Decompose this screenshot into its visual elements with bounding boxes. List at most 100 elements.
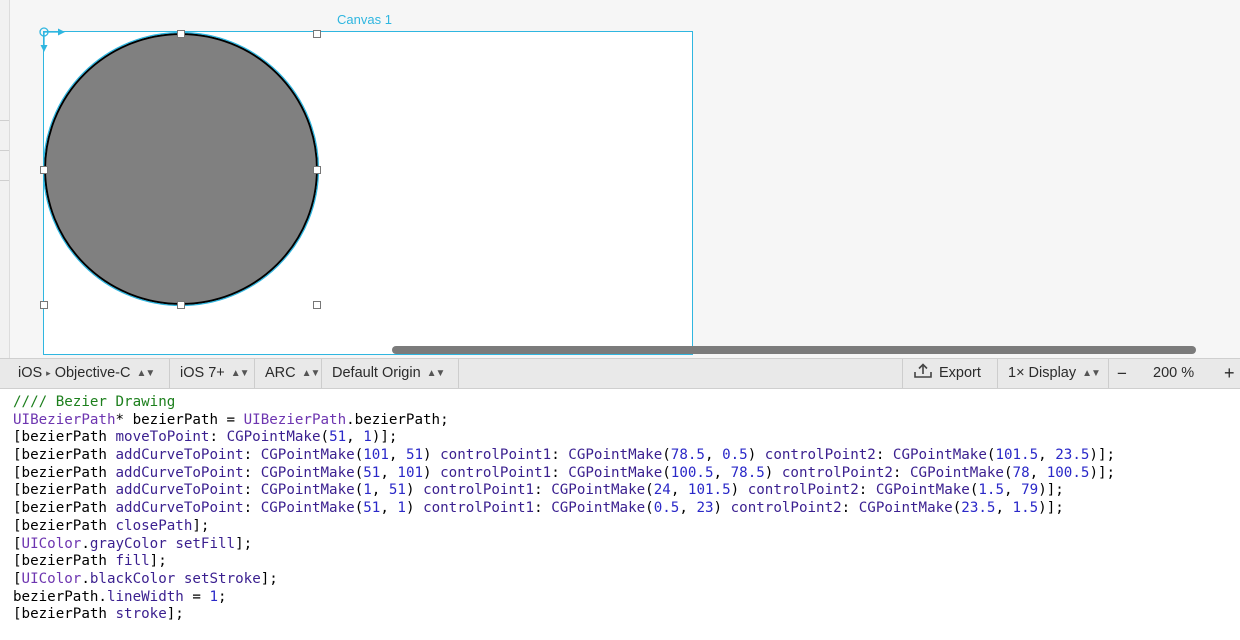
code-token: , [713,464,731,481]
display-selector[interactable]: 1× Display ▲▼ [1008,359,1101,388]
code-token: 1 [363,482,372,499]
code-token: : [209,429,227,446]
code-token: 100.5 [670,464,714,481]
code-token: 23.5 [1055,447,1090,464]
code-token: addCurveToPoint [115,464,244,481]
code-token: ]; [149,553,167,570]
target-selector[interactable]: iOS 7+ ▲▼ [180,359,250,388]
code-token: controlPoint1 [423,500,535,517]
code-token: UIColor [21,535,82,552]
canvas-workspace[interactable]: Canvas 1 [0,0,1240,358]
resize-handle-top[interactable] [177,30,185,38]
code-token: 78 [1012,464,1030,481]
code-token: CGPointMake [260,464,355,481]
code-token: ) [423,464,441,481]
code-token: grayColor [89,535,167,552]
code-token: 23.5 [961,500,996,517]
code-token: stroke [115,606,167,623]
toolbar-divider [458,359,459,388]
code-token: 23 [696,500,714,517]
language-selector[interactable]: iOS ▸ Objective-C ▲▼ [18,359,155,388]
code-token: . [81,570,90,587]
code-token: : [875,447,893,464]
code-line: [UIColor.grayColor setFill]; [13,536,1240,554]
display-label: 1× Display [1008,365,1077,381]
code-line: [bezierPath addCurveToPoint: CGPointMake… [13,500,1240,518]
code-token: UIBezierPath [13,411,116,428]
code-token: )]; [1038,482,1064,499]
generated-code-view[interactable]: //// Bezier Drawing UIBezierPath* bezierP… [0,389,1240,640]
updown-chevron-icon: ▲▼ [301,368,321,379]
drawing-layer[interactable] [0,0,1240,358]
code-token: ( [645,482,654,499]
code-token: : [534,482,552,499]
code-token: 100.5 [1046,464,1090,481]
zoom-in-button[interactable]: + [1224,359,1235,388]
code-token: : [892,464,911,481]
zoom-out-button[interactable]: − [1117,359,1127,388]
export-label: Export [939,365,981,381]
code-token: ) [764,464,782,481]
toolbar-divider [321,359,322,388]
horizontal-scrollbar[interactable] [392,346,1196,354]
resize-handle-top-right[interactable] [313,30,321,38]
code-token: )]; [1089,464,1116,481]
code-token: : [243,482,261,499]
code-line: bezierPath.lineWidth = 1; [13,589,1240,607]
code-token: ]; [235,535,253,552]
code-token: ( [952,500,962,517]
code-token: 51 [388,482,406,499]
code-token: ) [730,482,748,499]
code-token: [bezierPath [13,517,116,534]
code-token: controlPoint2 [764,447,876,464]
origin-indicator-icon[interactable] [39,27,65,52]
origin-selector[interactable]: Default Origin ▲▼ [332,359,445,388]
code-token: : [551,447,569,464]
code-token: ) [405,482,424,499]
resize-handle-bottom-right[interactable] [313,301,321,309]
export-icon [914,363,932,378]
code-token: ( [354,447,364,464]
updown-chevron-icon: ▲▼ [230,368,250,379]
code-toolbar: iOS ▸ Objective-C ▲▼ iOS 7+ ▲▼ ARC ▲▼ Default… [0,358,1240,389]
resize-handle-left[interactable] [40,166,48,174]
code-token: : [243,500,261,517]
code-token: ( [320,429,330,446]
code-token: 101 [397,464,424,481]
code-token: 1.5 [1012,500,1039,517]
code-line: [bezierPath fill]; [13,553,1240,571]
code-token: , [704,447,723,464]
code-token: : [534,500,552,517]
code-token: blackColor [89,570,176,587]
target-label: iOS 7+ [180,365,225,381]
code-token: ]; [166,606,184,623]
memory-selector[interactable]: ARC ▲▼ [265,359,321,388]
code-token: ( [645,500,654,517]
code-token: CGPointMake [226,429,321,446]
code-token: ( [354,482,364,499]
code-token: ( [354,464,364,481]
code-token: 1.5 [978,482,1004,499]
code-token: 51 [329,429,347,446]
origin-label: Default Origin [332,365,421,381]
export-button[interactable]: Export [913,359,981,388]
resize-handle-bottom-left[interactable] [40,301,48,309]
memory-label: ARC [265,365,296,381]
code-token: 1 [397,500,406,517]
bezier-shape[interactable] [44,33,318,305]
toolbar-divider [1108,359,1109,388]
code-token: 51 [363,464,381,481]
code-token: controlPoint2 [730,500,842,517]
code-token: )]; [1089,447,1116,464]
resize-handle-bottom[interactable] [177,301,185,309]
code-token: = [183,588,210,605]
plus-icon: + [1224,363,1235,383]
code-line: [bezierPath addCurveToPoint: CGPointMake… [13,482,1240,500]
zoom-level: 200 % [1153,365,1195,381]
platform-label: iOS [18,365,43,381]
code-token: * bezierPath = [115,411,244,428]
resize-handle-right[interactable] [313,166,321,174]
code-token: ; [218,588,227,605]
code-token: closePath [115,517,193,534]
